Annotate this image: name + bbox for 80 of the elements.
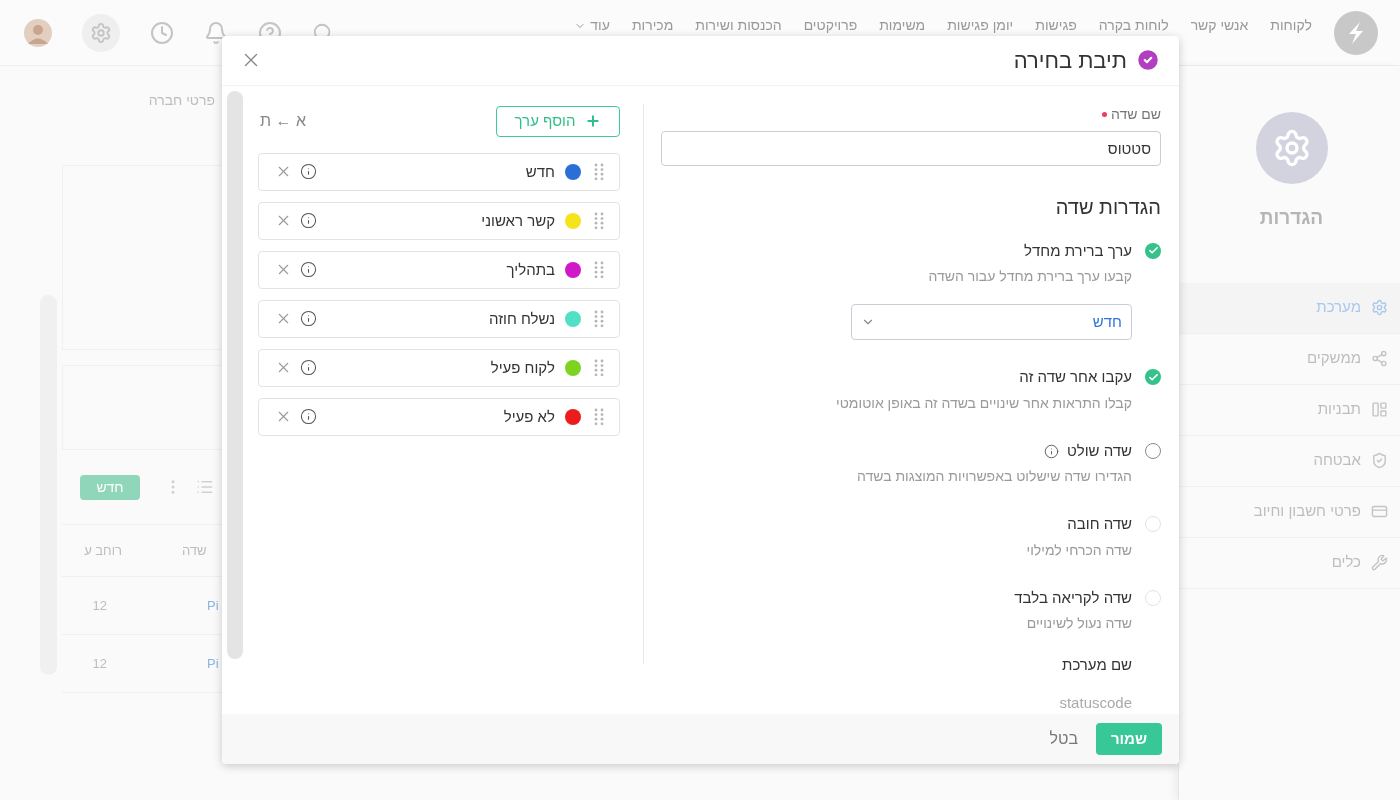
field-label: שם מערכת xyxy=(1061,655,1132,676)
option-description: שדה נעול לשינויים xyxy=(1025,614,1132,634)
option-description: שדה הכרחי למילוי xyxy=(1026,540,1132,560)
layout-icon xyxy=(1371,401,1388,418)
nav-link[interactable]: הכנסות ושירות xyxy=(695,15,782,36)
option-label: שדה שולט xyxy=(1066,440,1132,461)
value-label: לקוח פעיל xyxy=(490,357,555,378)
nav-link[interactable]: יומן פגישות xyxy=(947,15,1014,36)
value-label: לא פעיל xyxy=(503,406,555,427)
drag-handle-icon[interactable] xyxy=(594,211,604,230)
option-label: שדה לקריאה בלבד xyxy=(1014,587,1132,608)
option-label: עקבו אחר שדה זה xyxy=(1019,367,1132,388)
option-label: שדה חובה xyxy=(1067,514,1132,535)
value-label: בתהליך xyxy=(506,259,555,280)
value-item[interactable]: קשר ראשוני xyxy=(258,201,620,240)
drag-handle-icon[interactable] xyxy=(594,309,604,328)
default-value-select[interactable]: חדש xyxy=(851,304,1132,341)
page-title: פרטי חברה xyxy=(148,91,215,110)
drag-handle-icon[interactable] xyxy=(594,260,604,279)
value-item[interactable]: לא פעיל xyxy=(258,397,620,436)
info-icon[interactable] xyxy=(300,310,317,328)
column-header: שדה xyxy=(182,541,207,560)
new-button[interactable]: חדש xyxy=(80,474,140,500)
value-label: נשלח חוזה xyxy=(489,308,555,329)
nav-link[interactable]: מכירות xyxy=(631,15,674,36)
sidebar-item[interactable]: מערכת xyxy=(1179,282,1400,334)
table-cell-text: Pi xyxy=(207,596,219,615)
table-cell-text: 12 xyxy=(91,654,107,673)
info-icon[interactable] xyxy=(1043,443,1059,459)
value-item[interactable]: חדש xyxy=(258,152,620,191)
value-item[interactable]: בתהליך xyxy=(258,250,620,289)
nav-link[interactable]: משימות xyxy=(879,15,926,36)
list-icon[interactable] xyxy=(196,478,214,496)
nav-link[interactable]: פגישות xyxy=(1035,15,1077,36)
nav-link[interactable]: פרויקטים xyxy=(803,15,858,36)
gear-icon xyxy=(1371,299,1388,316)
settings-icon xyxy=(90,21,112,44)
nav-link[interactable]: לוחות בקרה xyxy=(1098,15,1169,36)
sort-toggle[interactable]: א ← ת xyxy=(260,109,306,134)
bell-icon[interactable] xyxy=(204,20,228,45)
drag-handle-icon[interactable] xyxy=(594,407,604,426)
tools-icon xyxy=(1371,554,1388,571)
info-icon[interactable] xyxy=(300,261,317,279)
info-icon[interactable] xyxy=(300,163,317,181)
settings-button[interactable] xyxy=(82,13,120,52)
option-label: ערך ברירת מחדל xyxy=(1024,240,1132,261)
nav-link[interactable]: אנשי קשר xyxy=(1190,15,1249,36)
drag-handle-icon[interactable] xyxy=(594,358,604,377)
dialog-title: תיבת בחירה xyxy=(1013,46,1127,75)
share-icon xyxy=(1371,350,1388,367)
value-label: קשר ראשוני xyxy=(481,210,555,231)
avatar[interactable] xyxy=(24,18,52,47)
add-value-button[interactable]: הוסף ערך xyxy=(496,105,620,137)
value-item[interactable]: לקוח פעיל xyxy=(258,348,620,387)
card-icon xyxy=(1371,503,1388,520)
value-label: חדש xyxy=(525,161,555,182)
drag-handle-icon[interactable] xyxy=(594,162,604,181)
option-description: קבלו התראות אחר שינויים בשדה זה באופן אוטומטי xyxy=(836,393,1132,413)
field-label: שם שדה xyxy=(1110,104,1161,124)
system-name-value: statuscode xyxy=(1058,692,1132,713)
option-description: הגדירו שדה שישלוט באפשרויות המוצגות בשדה xyxy=(857,467,1132,487)
value-item[interactable]: נשלח חוזה xyxy=(258,299,620,338)
nav-link[interactable]: לקוחות xyxy=(1270,15,1312,36)
field-name-input[interactable]: סטטוס xyxy=(661,130,1161,166)
option-description: קבעו ערך ברירת מחדל עבור השדה xyxy=(927,267,1132,287)
clock-icon[interactable] xyxy=(150,20,174,45)
cancel-button[interactable]: בטל xyxy=(1049,727,1078,752)
more-menu[interactable]: עוד xyxy=(574,15,610,36)
scrollbar[interactable] xyxy=(227,90,243,659)
info-icon[interactable] xyxy=(300,359,317,377)
app-logo[interactable] xyxy=(1334,10,1378,55)
info-icon[interactable] xyxy=(300,212,317,230)
sidebar-title: הגדרות xyxy=(1259,206,1324,230)
column-header: רוחב ע xyxy=(83,541,122,560)
shield-icon xyxy=(1371,452,1388,469)
table-cell-text: Pi xyxy=(207,654,219,673)
info-icon[interactable] xyxy=(300,408,317,426)
table-cell-text: 12 xyxy=(91,596,107,615)
section-title: הגדרות שדה xyxy=(1054,194,1161,220)
save-button[interactable]: שמור xyxy=(1096,723,1162,756)
